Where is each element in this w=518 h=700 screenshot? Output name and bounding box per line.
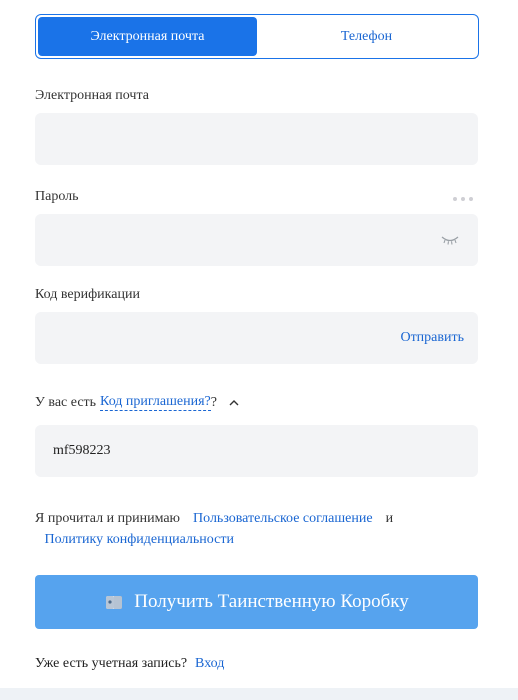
send-code-button[interactable]: Отправить [400,330,464,346]
login-prompt-text: Уже есть учетная запись? [35,656,188,671]
email-field[interactable] [35,113,478,165]
tab-email[interactable]: Электронная почта [38,17,257,56]
get-mystery-box-label: Получить Таинственную Коробку [134,591,409,612]
terms-link[interactable]: Пользовательское соглашение [193,511,373,526]
login-link[interactable]: Вход [195,656,224,671]
eye-closed-icon[interactable] [441,234,459,246]
auth-method-tabs: Электронная почта Телефон [35,14,479,59]
mystery-box-icon [106,596,123,609]
invite-suffix: ? [210,394,217,410]
email-field-wrapper [35,113,478,165]
tab-phone[interactable]: Телефон [257,17,476,56]
login-prompt: Уже есть учетная запись? Вход [35,656,224,672]
registration-form: Электронная почта Телефон Электронная по… [0,0,518,700]
invite-prefix: У вас есть [35,394,97,410]
invite-code-field-wrapper [35,425,478,477]
password-field[interactable] [35,214,478,266]
agreement-text: Я прочитал и принимаю Пользовательское с… [35,508,475,550]
verification-label: Код верификации [35,287,140,302]
more-icon [453,197,473,201]
invite-code-field[interactable] [35,425,478,477]
email-label: Электронная почта [35,88,149,103]
chevron-up-icon[interactable] [229,399,239,407]
invite-code-link[interactable]: Код приглашения? [100,394,211,411]
get-mystery-box-button[interactable]: Получить Таинственную Коробку [35,575,478,629]
invite-code-toggle-row: У вас есть Код приглашения? ? [35,394,239,411]
bottom-divider [0,688,518,700]
privacy-link[interactable]: Политику конфиденциальности [45,532,234,547]
agreement-prefix: Я прочитал и принимаю [35,511,181,526]
agreement-and: и [385,511,394,526]
password-field-wrapper [35,214,478,266]
password-label: Пароль [35,189,79,204]
